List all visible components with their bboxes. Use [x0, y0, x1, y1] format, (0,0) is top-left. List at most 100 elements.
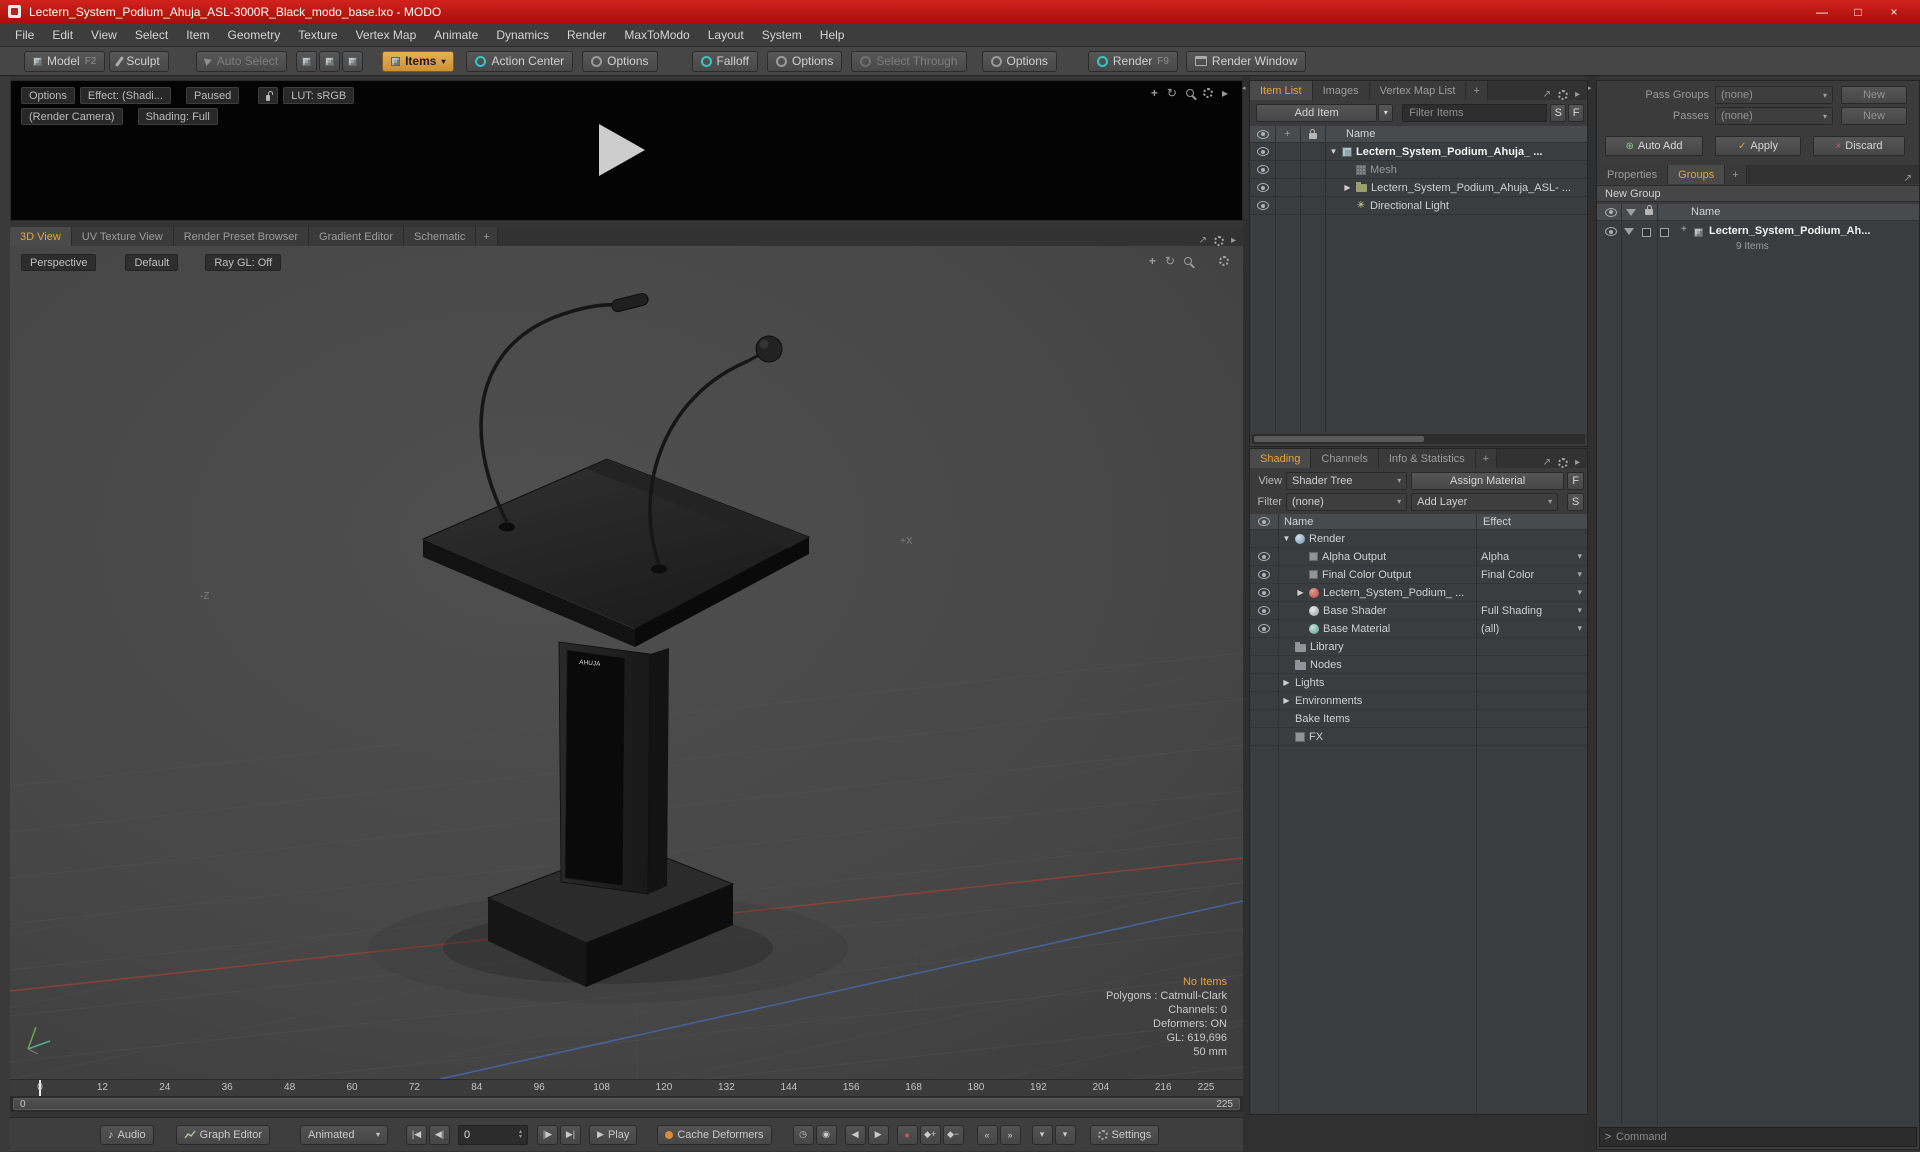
timeline-tick-72[interactable]: 72 [409, 1082, 420, 1093]
visibility-cell[interactable] [1250, 674, 1278, 691]
scope-s-button[interactable]: S [1550, 103, 1567, 122]
expand-plus-icon[interactable]: + [1681, 224, 1687, 235]
disclosure-closed-icon[interactable]: ▶ [1282, 678, 1291, 687]
item-row-lectern-system-podium-ahuja[interactable]: ▼ Lectern_System_Podium_Ahuja_ ... [1250, 143, 1587, 161]
viewport-add-tab[interactable]: + [476, 227, 498, 246]
gear-icon[interactable] [1202, 88, 1213, 98]
preview-camera-button[interactable]: (Render Camera) [21, 108, 123, 125]
item-list-add-tab[interactable]: + [1466, 81, 1488, 100]
auto-select-button[interactable]: Auto Select [195, 50, 288, 72]
flag-cell[interactable] [1300, 161, 1325, 178]
dropdown-arrow-icon[interactable]: ▾ [1577, 623, 1582, 634]
effect-cell[interactable] [1476, 728, 1587, 745]
menu-item-edit[interactable]: Edit [43, 23, 82, 47]
current-frame-field[interactable]: 0 ▴ ▾ [458, 1124, 529, 1145]
effect-cell[interactable] [1476, 692, 1587, 709]
step-back-button[interactable]: ◀| [429, 1124, 451, 1145]
shader-filter-dropdown[interactable]: (none) ▾ [1286, 492, 1408, 511]
sculpt-mode-button[interactable]: Sculpt [109, 50, 169, 72]
visibility-cell[interactable] [1250, 179, 1275, 196]
shading-tab-channels[interactable]: Channels [1311, 449, 1379, 468]
preview-shading-button[interactable]: Shading: Full [137, 108, 218, 125]
flag-cell[interactable] [1300, 197, 1325, 214]
menu-item-item[interactable]: Item [177, 23, 218, 47]
viewport-tab-3d-view[interactable]: 3D View [10, 227, 72, 246]
add-item-button[interactable]: Add Item [1256, 103, 1378, 122]
shader-row-final-color-output[interactable]: ▶Final Color Output Final Color ▾ [1250, 566, 1587, 584]
visibility-cell[interactable] [1250, 728, 1278, 745]
settings-button[interactable]: Settings [1089, 1124, 1160, 1145]
preview-effect-button[interactable]: Effect: (Shadi... [79, 87, 171, 104]
goto-end-button[interactable]: ▶| [560, 1124, 582, 1145]
dropdown-arrow-icon[interactable]: ▾ [1577, 551, 1582, 562]
select-through-button[interactable]: Select Through [851, 50, 967, 72]
actor-button[interactable]: ◉ [815, 1124, 837, 1145]
menu-item-help[interactable]: Help [811, 23, 854, 47]
menu-item-animate[interactable]: Animate [425, 23, 487, 47]
graph-editor-button[interactable]: Graph Editor [175, 1124, 271, 1145]
shader-row-nodes[interactable]: ▶Nodes [1250, 656, 1587, 674]
action-center-button[interactable]: Action Center [466, 50, 574, 72]
shader-row-lectern-system-podium[interactable]: ▶ Lectern_System_Podium_ ... ▾ [1250, 584, 1587, 602]
visibility-cell[interactable] [1250, 197, 1275, 214]
item-list-tab-vertex-map-list[interactable]: Vertex Map List [1369, 81, 1467, 100]
cache-deformers-button[interactable]: Cache Deformers [657, 1124, 772, 1145]
maximize-button[interactable]: □ [1840, 0, 1876, 23]
visibility-cell[interactable] [1250, 656, 1278, 673]
visibility-cell[interactable] [1250, 530, 1278, 547]
disclosure-closed-icon[interactable]: ▶ [1343, 183, 1352, 192]
timeline-tick-36[interactable]: 36 [222, 1082, 233, 1093]
viewport-tab-render-preset-browser[interactable]: Render Preset Browser [173, 227, 310, 246]
new-pass-button[interactable]: New [1841, 107, 1907, 125]
panel-menu-icon[interactable]: ▸ [1575, 89, 1580, 100]
visibility-cell[interactable] [1250, 566, 1278, 583]
command-input[interactable]: Command [1616, 1131, 1667, 1143]
remove-key-button[interactable]: ◆− [942, 1124, 964, 1145]
timeline-tick-144[interactable]: 144 [780, 1082, 797, 1093]
timeline-tick-168[interactable]: 168 [905, 1082, 922, 1093]
visibility-cell[interactable] [1250, 143, 1275, 160]
assign-material-button[interactable]: Assign Material [1411, 471, 1565, 490]
lock-cell[interactable] [1275, 143, 1300, 160]
eye-icon[interactable] [1256, 183, 1269, 192]
dropdown-arrow-icon[interactable]: ▾ [1577, 569, 1582, 580]
visibility-cell[interactable] [1250, 548, 1278, 565]
zoom-icon[interactable] [1185, 89, 1194, 97]
zoom-icon[interactable] [1184, 257, 1192, 265]
timeline-tick-180[interactable]: 180 [968, 1082, 985, 1093]
viewport-tab-uv-texture-view[interactable]: UV Texture View [71, 227, 174, 246]
anim-mode-dropdown[interactable]: Animated ▾ [300, 1124, 389, 1145]
apply-button[interactable]: ✓ Apply [1715, 136, 1801, 156]
shader-row-base-material[interactable]: ▶Base Material (all) ▾ [1250, 620, 1587, 638]
slope-options-dropdown[interactable]: ▾ [1054, 1124, 1076, 1145]
effect-cell[interactable] [1476, 530, 1587, 547]
action-center-options-button[interactable]: Options [582, 50, 658, 72]
visibility-cell[interactable] [1250, 692, 1278, 709]
shading-tab-shading[interactable]: Shading [1250, 449, 1312, 468]
lock-cell[interactable] [1275, 161, 1300, 178]
gear-icon[interactable] [1219, 256, 1229, 266]
timeline-tick-96[interactable]: 96 [534, 1082, 545, 1093]
falloff-options-button[interactable]: Options [767, 50, 843, 72]
visibility-cell[interactable] [1250, 620, 1278, 637]
timeline-tick-24[interactable]: 24 [159, 1082, 170, 1093]
panel-splitter-right[interactable] [1588, 76, 1596, 1152]
timeline-tick-156[interactable]: 156 [843, 1082, 860, 1093]
close-button[interactable]: × [1876, 0, 1912, 23]
pan-icon[interactable]: + [1151, 86, 1158, 100]
effect-cell[interactable] [1476, 656, 1587, 673]
groups-add-tab[interactable]: + [1725, 165, 1747, 184]
passes-dropdown[interactable]: (none) ▾ [1715, 107, 1833, 125]
new-pass-group-button[interactable]: New [1841, 86, 1907, 104]
menu-item-select[interactable]: Select [126, 23, 177, 47]
jump-back-button[interactable]: « [976, 1124, 998, 1145]
effect-cell[interactable] [1476, 710, 1587, 727]
select-vertices-button[interactable] [296, 50, 318, 72]
eye-icon[interactable] [1258, 606, 1270, 615]
scope-f-button[interactable]: F [1568, 103, 1585, 122]
shader-row-base-shader[interactable]: ▶Base Shader Full Shading ▾ [1250, 602, 1587, 620]
shader-f-button[interactable]: F [1567, 471, 1584, 490]
disclosure-open-icon[interactable]: ▼ [1282, 534, 1291, 543]
lectern-column[interactable]: AHUJA [558, 641, 669, 895]
effect-cell[interactable]: (all) ▾ [1476, 620, 1587, 637]
